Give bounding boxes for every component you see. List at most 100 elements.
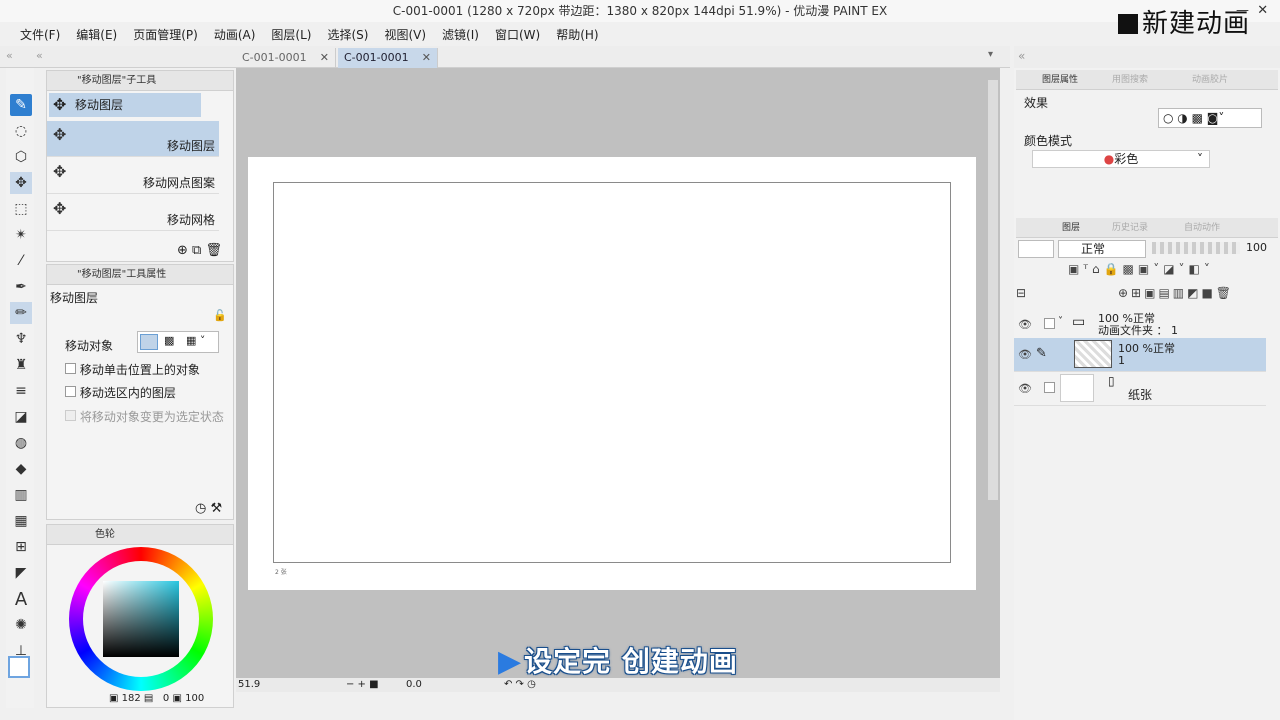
tool-name: 移动图层 bbox=[50, 291, 99, 305]
decoration-icon[interactable]: ≡ bbox=[10, 380, 32, 402]
menu-filter[interactable]: 滤镜(I) bbox=[434, 26, 487, 43]
layer-name: 动画文件夹 ： 1 bbox=[1098, 324, 1178, 337]
collapse-left-icon-2[interactable]: « bbox=[36, 49, 43, 62]
layer-row-paper[interactable]: 👁 ▯ 纸张 bbox=[1014, 372, 1266, 406]
chevron-down-icon[interactable]: ˅ bbox=[1058, 316, 1063, 327]
frame-icon[interactable]: ⊞ bbox=[10, 536, 32, 558]
menu-page[interactable]: 页面管理(P) bbox=[125, 26, 206, 43]
gradient-icon[interactable]: ▥ bbox=[10, 484, 32, 506]
tab-document-2[interactable]: C-001-0001 ✕ bbox=[338, 48, 438, 68]
tab-document-1[interactable]: C-001-0001 ✕ bbox=[236, 48, 336, 68]
canvas-frame[interactable] bbox=[273, 182, 951, 563]
menu-edit[interactable]: 编辑(E) bbox=[68, 26, 125, 43]
effect-buttons[interactable]: ○ ◑ ▩ ◙˅ bbox=[1158, 108, 1262, 128]
checkbox[interactable] bbox=[1044, 318, 1055, 332]
opacity-value[interactable]: 100 bbox=[1246, 241, 1267, 254]
color-mode-select[interactable]: ●彩色 ˅ bbox=[1032, 150, 1210, 168]
folder-icon: ▭ bbox=[1072, 314, 1086, 330]
pencil-icon[interactable]: ✏ bbox=[10, 302, 32, 324]
move-layer-icon[interactable]: ✥ bbox=[10, 172, 32, 194]
color-value-opacity: 100 bbox=[185, 693, 205, 704]
tab-layer-property[interactable]: 图层属性 bbox=[1042, 70, 1078, 90]
option-label: 移动单击位置上的对象 bbox=[79, 363, 200, 377]
checkbox[interactable] bbox=[1044, 382, 1055, 396]
rect-select-icon[interactable]: ⬚ bbox=[10, 198, 32, 220]
color-wheel[interactable] bbox=[69, 547, 213, 691]
tab-search[interactable]: 用图搜索 bbox=[1112, 70, 1148, 90]
chevron-down-icon: ˅ bbox=[1197, 152, 1203, 166]
blend-mode-value: 正常 bbox=[1081, 242, 1106, 256]
menu-view[interactable]: 视图(V) bbox=[376, 26, 434, 43]
tone-target-icon[interactable]: ▩ bbox=[164, 334, 174, 347]
layer-menu-icon[interactable]: ⊟ bbox=[1016, 286, 1026, 300]
tab-layers[interactable]: 图层 bbox=[1062, 218, 1080, 238]
saturation-square[interactable] bbox=[103, 581, 179, 657]
pen-tool-icon[interactable]: ✎ bbox=[10, 94, 32, 116]
3d-object-icon[interactable]: ⬡ bbox=[10, 146, 32, 168]
layer-toolbar[interactable]: ▣ᵀ⌂🔒▩▣˅◪˅◧˅ bbox=[1068, 262, 1214, 276]
tab-animation-cel[interactable]: 动画胶片 bbox=[1192, 70, 1228, 90]
opacity-slider[interactable] bbox=[1152, 242, 1240, 254]
eye-icon[interactable]: 👁 bbox=[1018, 318, 1032, 331]
eye-icon[interactable]: 👁 bbox=[1018, 348, 1032, 361]
chevron-down-icon[interactable]: ▾ bbox=[988, 49, 993, 60]
vertical-scrollbar[interactable] bbox=[988, 80, 998, 500]
menu-bar: 文件(F) 编辑(E) 页面管理(P) 动画(A) 图层(L) 选择(S) 视图… bbox=[0, 22, 1010, 46]
eraser-icon[interactable]: ◪ bbox=[10, 406, 32, 428]
menu-file[interactable]: 文件(F) bbox=[12, 26, 68, 43]
pen-icon[interactable]: ✒ bbox=[10, 276, 32, 298]
zoom-value[interactable]: 51.9 bbox=[238, 678, 260, 692]
color-value-h: 182 bbox=[121, 693, 141, 704]
fill-icon[interactable]: ◆ bbox=[10, 458, 32, 480]
zoom-controls[interactable]: − + ■ bbox=[346, 678, 379, 692]
pattern-icon[interactable]: ▦ bbox=[10, 510, 32, 532]
move-target-selector[interactable]: ▩ ▦ ˅ bbox=[137, 331, 219, 353]
layer-color-selector[interactable] bbox=[1018, 240, 1054, 258]
layer-row-1[interactable]: 👁 ✎ 100 %正常 1 bbox=[1014, 338, 1266, 372]
brush-icon[interactable]: ♆ bbox=[10, 328, 32, 350]
window-title: C-001-0001 (1280 x 720px 带边距：1380 x 820p… bbox=[0, 0, 1280, 22]
blend-icon[interactable]: ◍ bbox=[10, 432, 32, 454]
option-move-clicked[interactable]: 移动单击位置上的对象 bbox=[65, 361, 200, 378]
checkbox[interactable] bbox=[65, 386, 76, 397]
checkbox[interactable] bbox=[65, 363, 76, 374]
tab-history[interactable]: 历史记录 bbox=[1112, 218, 1148, 238]
magic-wand-icon[interactable]: ✴ bbox=[10, 224, 32, 246]
layer-info: 100 %正常 bbox=[1118, 342, 1175, 355]
option-move-selection[interactable]: 移动选区内的图层 bbox=[65, 384, 176, 401]
add-subtool-icon[interactable]: ⊕ ⧉ 🗑 bbox=[177, 243, 222, 258]
subtool-item-move-tone[interactable]: ✥ 移动网点图案 bbox=[47, 158, 219, 194]
close-icon[interactable]: ✕ bbox=[422, 48, 431, 68]
lasso-icon[interactable]: ◌ bbox=[10, 120, 32, 142]
tab-auto-action[interactable]: 自动动作 bbox=[1184, 218, 1220, 238]
balloon-icon[interactable]: ◤ bbox=[10, 562, 32, 584]
menu-help[interactable]: 帮助(H) bbox=[548, 26, 606, 43]
layer-row-folder[interactable]: 👁 ˅ ▭ 100 %正常 动画文件夹 ： 1 bbox=[1014, 308, 1266, 342]
layer-actions[interactable]: ⊕⊞▣▤▥◩■🗑 bbox=[1118, 286, 1234, 300]
angle-value[interactable]: 0.0 bbox=[406, 678, 422, 692]
close-icon[interactable]: ✕ bbox=[320, 48, 329, 68]
eye-icon[interactable]: 👁 bbox=[1018, 382, 1032, 395]
eyedropper-icon[interactable]: ⁄ bbox=[10, 250, 32, 272]
lock-icon[interactable]: 🔓 bbox=[213, 309, 227, 322]
airbrush-icon[interactable]: ♜ bbox=[10, 354, 32, 376]
menu-animation[interactable]: 动画(A) bbox=[206, 26, 264, 43]
collapse-left-icon[interactable]: « bbox=[6, 49, 13, 62]
subtool-item-move-layer[interactable]: ✥ 移动图层 bbox=[47, 121, 219, 157]
blend-mode-select[interactable]: 正常 bbox=[1058, 240, 1146, 258]
effect-line-icon[interactable]: ✺ bbox=[10, 614, 32, 636]
main-color-swatch[interactable] bbox=[8, 656, 30, 678]
subtool-item-move-grid[interactable]: ✥ 移动网格 bbox=[47, 195, 219, 231]
menu-select[interactable]: 选择(S) bbox=[319, 26, 376, 43]
subtool-group-current[interactable]: 移动图层 bbox=[49, 93, 201, 117]
collapse-right-icon[interactable]: « bbox=[1018, 49, 1025, 63]
text-icon[interactable]: A bbox=[10, 588, 32, 610]
square-icon bbox=[1118, 14, 1138, 34]
color-panel-title: 色轮 bbox=[47, 525, 233, 545]
play-icon: ▶ bbox=[498, 644, 523, 679]
menu-layer[interactable]: 图层(L) bbox=[263, 26, 319, 43]
settings-icon[interactable]: ◷ ⚒ bbox=[195, 501, 222, 516]
grid-target-icon[interactable]: ▦ ˅ bbox=[186, 334, 205, 347]
menu-window[interactable]: 窗口(W) bbox=[487, 26, 548, 43]
layer-target-icon[interactable] bbox=[140, 334, 158, 350]
